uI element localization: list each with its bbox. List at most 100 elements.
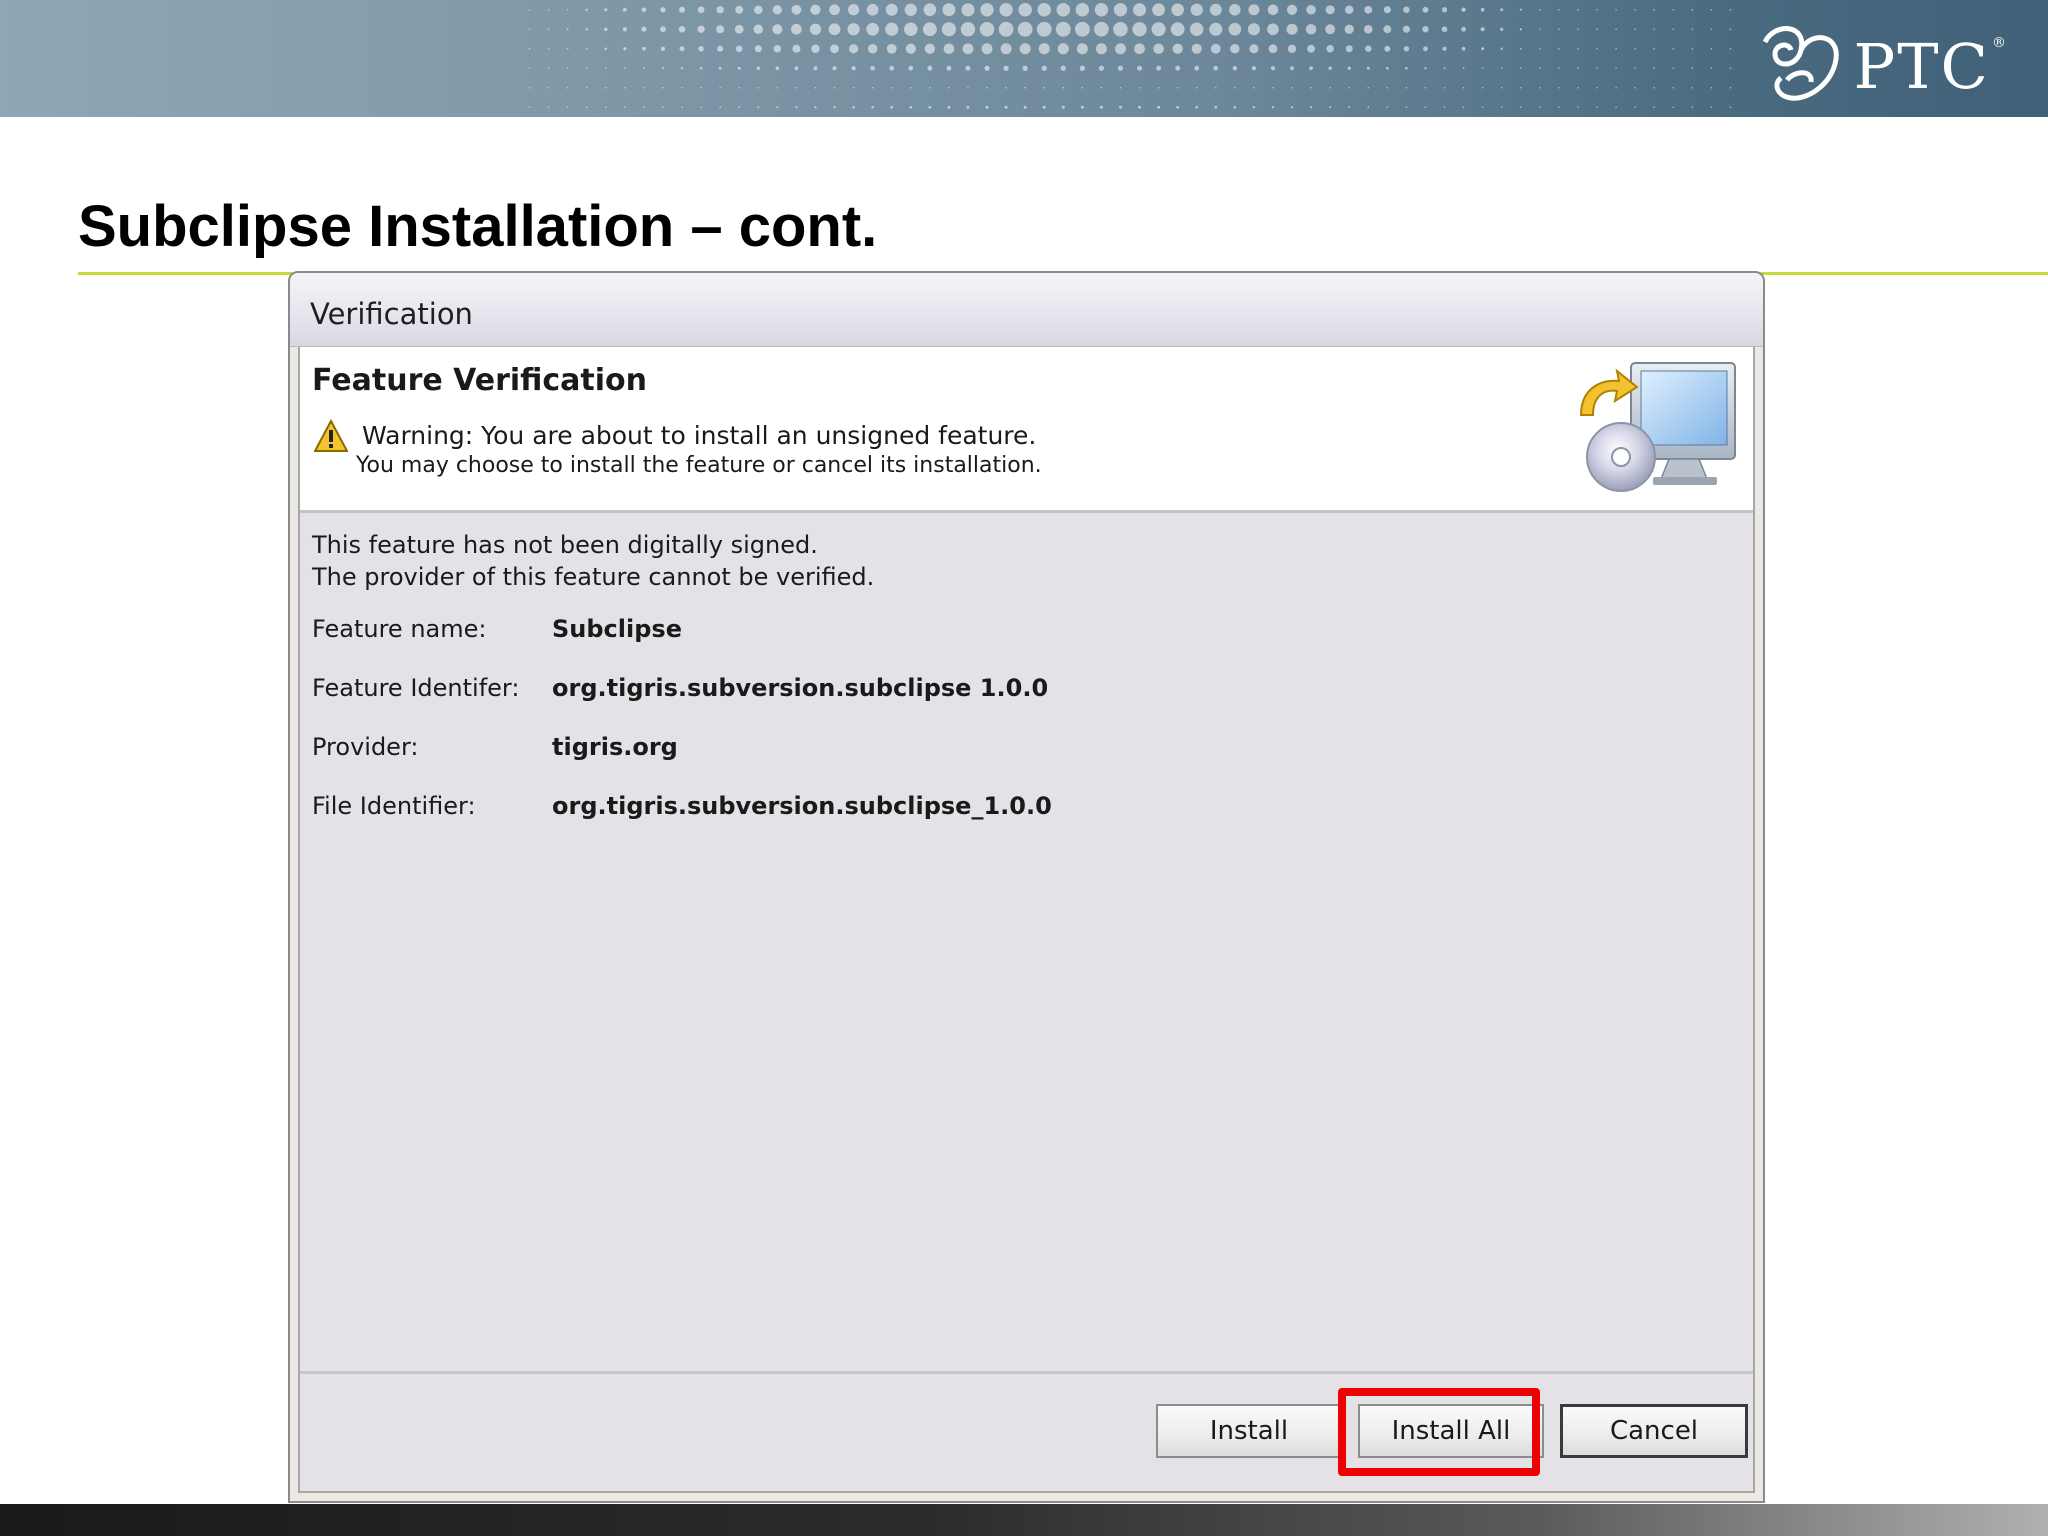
banner-dot — [947, 105, 951, 109]
banner-dot — [1672, 47, 1675, 50]
banner-dot — [528, 67, 531, 70]
banner-dot — [662, 86, 664, 89]
banner-dot — [1422, 6, 1429, 13]
banner-dot — [547, 8, 550, 11]
banner-dot — [624, 67, 626, 70]
banner-dot — [547, 86, 550, 89]
banner-dot — [547, 28, 550, 31]
banner-dot — [1119, 86, 1122, 89]
banner-dot — [641, 26, 647, 32]
banner-dot — [1577, 86, 1579, 89]
banner-dot — [1132, 3, 1147, 17]
banner-dot — [1634, 106, 1636, 109]
banner-dot — [1691, 67, 1694, 70]
banner-dot — [604, 47, 608, 51]
banner-dot — [604, 67, 607, 70]
banner-dot — [1402, 25, 1410, 33]
dialog-header-panel: Feature Verification Warning: You are ab… — [300, 347, 1753, 513]
banner-dot — [734, 24, 744, 34]
banner-dot — [885, 3, 898, 16]
banner-dot — [1500, 67, 1503, 70]
banner-dot — [814, 86, 817, 89]
banner-dot — [1365, 45, 1372, 52]
banner-dot — [1539, 106, 1541, 109]
banner-dot — [1286, 4, 1298, 15]
banner-dot — [1519, 8, 1522, 11]
install-all-button[interactable]: Install All — [1358, 1404, 1544, 1458]
banner-dot — [1691, 106, 1694, 109]
banner-dot — [775, 66, 780, 71]
ptc-logo-icon — [1763, 26, 1840, 101]
banner-dot — [585, 47, 588, 50]
banner-dot — [1061, 105, 1065, 109]
banner-dot — [1539, 47, 1541, 50]
banner-dot — [547, 67, 550, 70]
ptc-logo-text: PTC ® — [1853, 30, 2008, 103]
banner-dot — [754, 45, 762, 53]
banner-dot — [890, 86, 893, 89]
banner-dot — [738, 86, 741, 89]
banner-dot — [528, 47, 531, 50]
warning-submessage: You may choose to install the feature or… — [356, 453, 1042, 478]
banner-dot — [1003, 65, 1009, 71]
banner-dot — [1500, 27, 1504, 31]
banner-dot — [585, 106, 588, 109]
banner-dot — [833, 106, 836, 109]
banner-dot — [716, 25, 725, 34]
banner-dot — [832, 66, 837, 71]
banner-dot — [1175, 65, 1181, 71]
banner-dot — [1094, 3, 1109, 17]
banner-dot — [866, 3, 879, 16]
banner-dot — [1539, 8, 1541, 11]
banner-dot — [1194, 65, 1200, 71]
banner-dot — [1041, 65, 1047, 71]
banner-dot — [1615, 8, 1617, 11]
banner-dot — [1710, 86, 1713, 89]
banner-dot — [1019, 43, 1031, 55]
slide-footer-bar — [0, 1504, 2048, 1536]
banner-dot — [1481, 86, 1484, 89]
banner-dot — [810, 4, 821, 15]
banner-dot — [830, 44, 839, 54]
install-button[interactable]: Install — [1156, 1404, 1342, 1458]
banner-dot — [1005, 86, 1007, 89]
banner-dot — [697, 6, 705, 14]
banner-dot — [1710, 8, 1713, 11]
banner-dot — [1480, 27, 1485, 32]
banner-dot — [962, 43, 974, 55]
banner-dot — [980, 3, 994, 17]
banner-dot — [585, 86, 588, 89]
banner-dot — [1500, 106, 1503, 109]
banner-dot — [1115, 43, 1126, 55]
banner-dot — [528, 106, 531, 109]
banner-dot — [566, 86, 569, 89]
banner-dot — [1577, 8, 1579, 11]
banner-dot — [1596, 86, 1598, 89]
banner-dot — [1248, 4, 1260, 16]
banner-dot — [1710, 106, 1713, 109]
banner-dot — [643, 67, 645, 70]
banner-dot — [1117, 65, 1124, 71]
banner-dot — [909, 105, 913, 109]
banner-dot — [1691, 86, 1694, 89]
banner-dot — [1171, 3, 1184, 17]
banner-dot — [772, 24, 783, 35]
banner-dot — [528, 8, 531, 11]
banner-dot — [1653, 47, 1656, 50]
ptc-logo: PTC ® — [1755, 18, 2008, 108]
banner-dot — [889, 65, 895, 71]
detail-value: Subclipse — [552, 615, 682, 643]
detail-label: Feature Identifer: — [312, 674, 520, 702]
banner-dot — [1286, 23, 1298, 35]
banner-dot — [1729, 47, 1732, 50]
banner-dot — [1099, 105, 1103, 109]
banner-dot — [986, 86, 988, 89]
banner-dot — [1310, 86, 1312, 89]
banner-dot — [661, 67, 664, 70]
banner-dot — [660, 7, 666, 13]
banner-dot — [1539, 28, 1541, 31]
banner-dot — [1596, 28, 1598, 31]
dialog-titlebar[interactable]: Verification — [290, 273, 1763, 347]
cancel-button[interactable]: Cancel — [1560, 1404, 1748, 1458]
banner-dot — [643, 106, 645, 109]
